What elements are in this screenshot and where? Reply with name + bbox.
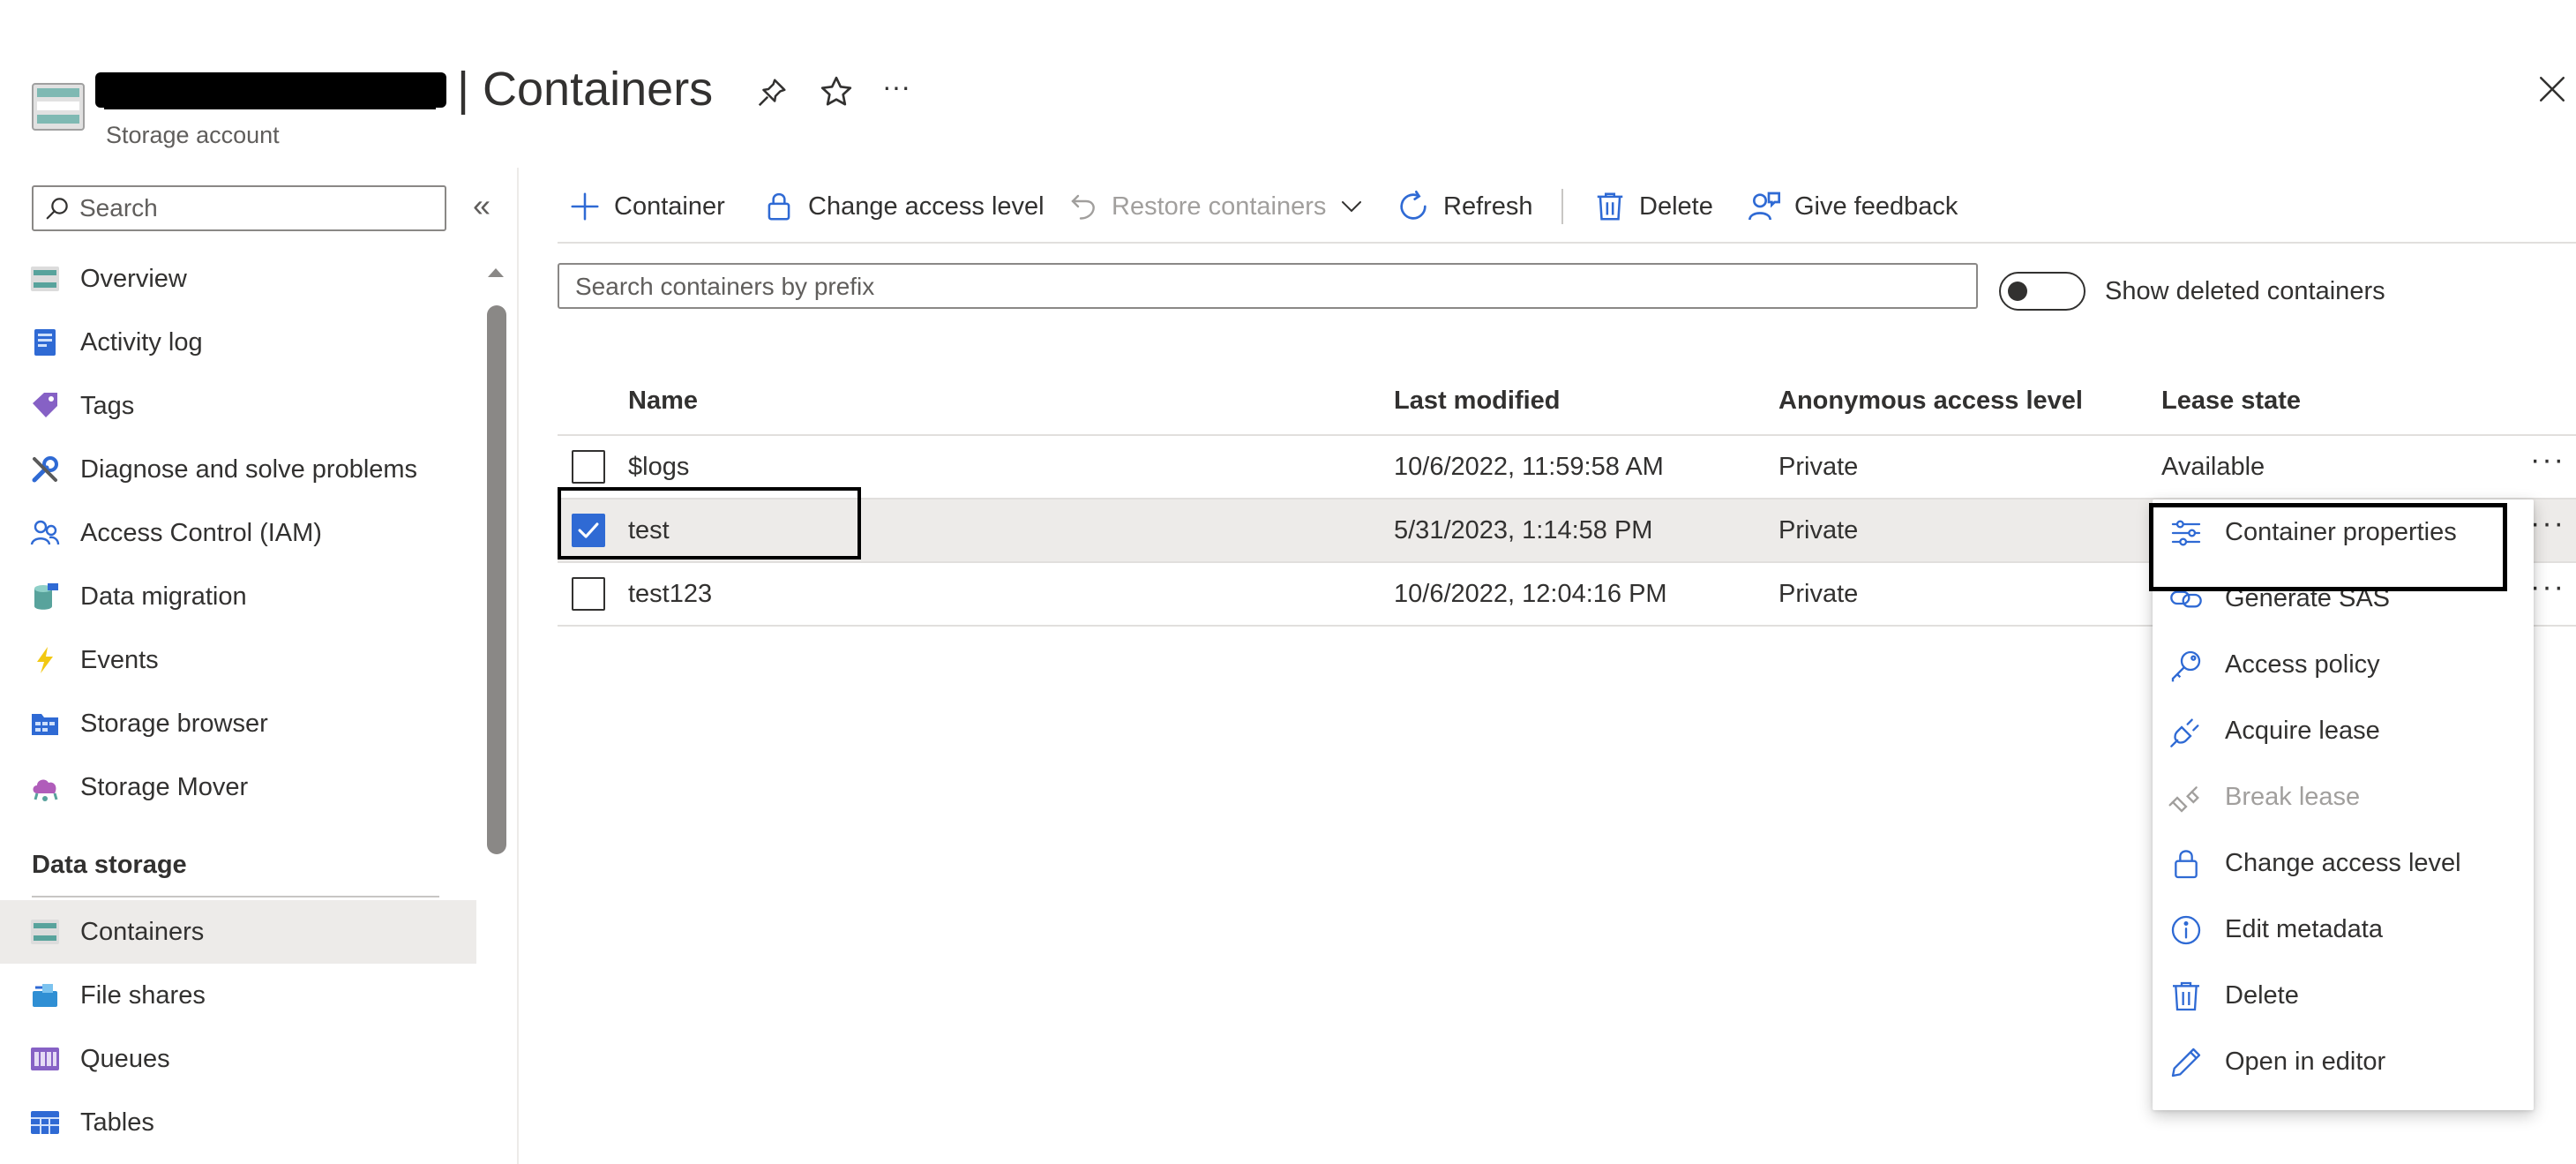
people-icon bbox=[30, 520, 60, 545]
row-checkbox[interactable] bbox=[572, 577, 605, 611]
lock-icon bbox=[2175, 849, 2198, 878]
trash-icon bbox=[2173, 981, 2199, 1010]
undo-icon bbox=[1071, 194, 1095, 220]
scrollbar-thumb[interactable] bbox=[487, 305, 506, 854]
container-prefix-search-placeholder: Search containers by prefix bbox=[575, 273, 875, 300]
row-lease-state: Available bbox=[2161, 453, 2265, 481]
column-header-name[interactable]: Name bbox=[628, 387, 698, 416]
key-icon bbox=[2171, 650, 2201, 681]
feedback-icon bbox=[1749, 191, 1780, 221]
delete-button[interactable]: Delete bbox=[1593, 182, 1713, 231]
sidebar-item-events[interactable]: Events bbox=[0, 628, 476, 692]
page-title: | Containers bbox=[457, 63, 714, 116]
change-access-level-button[interactable]: Change access level bbox=[762, 182, 1045, 231]
row-name[interactable]: test123 bbox=[628, 563, 712, 625]
scroll-up-icon[interactable] bbox=[485, 261, 506, 282]
row-more-button[interactable]: ··· bbox=[2530, 570, 2565, 605]
overview-icon bbox=[31, 267, 59, 291]
sidebar-search-placeholder: Search bbox=[79, 194, 158, 222]
menu-item-access-policy[interactable]: Access policy bbox=[2153, 632, 2534, 698]
containers-icon bbox=[31, 920, 59, 944]
sidebar-item-tables[interactable]: Tables bbox=[0, 1091, 476, 1154]
storage-account-icon bbox=[32, 83, 85, 131]
highlight-box bbox=[2149, 503, 2507, 591]
menu-item-edit-metadata[interactable]: Edit metadata bbox=[2153, 897, 2534, 963]
sidebar-search-input[interactable]: Search bbox=[32, 185, 446, 231]
refresh-button[interactable]: Refresh bbox=[1396, 182, 1533, 231]
sidebar-item-diagnose[interactable]: Diagnose and solve problems bbox=[0, 438, 476, 501]
trash-icon bbox=[1597, 192, 1623, 221]
give-feedback-button[interactable]: Give feedback bbox=[1747, 182, 1958, 231]
sidebar-item-overview[interactable]: Overview bbox=[0, 247, 476, 311]
row-more-button[interactable]: ··· bbox=[2530, 443, 2565, 477]
tag-icon bbox=[33, 393, 57, 417]
add-container-button[interactable]: Container bbox=[568, 182, 725, 231]
toolbar-divider bbox=[1561, 189, 1563, 224]
sidebar-item-tags[interactable]: Tags bbox=[0, 374, 476, 438]
file-shares-icon bbox=[33, 984, 57, 1007]
container-prefix-search-input[interactable]: Search containers by prefix bbox=[558, 263, 1978, 309]
restore-containers-button[interactable]: Restore containers bbox=[1067, 182, 1365, 231]
sidebar-item-file-shares[interactable]: File shares bbox=[0, 964, 476, 1027]
sidebar-item-storage-mover[interactable]: Storage Mover bbox=[0, 755, 476, 819]
row-last-modified: 5/31/2023, 1:14:58 PM bbox=[1394, 516, 1653, 544]
page-subtitle: Storage account bbox=[106, 122, 280, 148]
cloud-icon bbox=[33, 779, 58, 801]
pencil-icon bbox=[2171, 1048, 2201, 1077]
menu-item-break-lease[interactable]: Break lease bbox=[2153, 764, 2534, 830]
tables-icon bbox=[31, 1111, 59, 1134]
column-header-access-level[interactable]: Anonymous access level bbox=[1778, 387, 2083, 416]
wrench-icon bbox=[32, 456, 58, 483]
sidebar-section-data-storage: Data storage bbox=[32, 851, 187, 879]
row-access-level: Private bbox=[1778, 453, 1859, 481]
toolbar-bottom-border bbox=[558, 242, 2576, 244]
sidebar-scrollbar[interactable] bbox=[485, 261, 506, 1164]
close-icon[interactable] bbox=[2537, 74, 2567, 104]
storage-browser-icon bbox=[32, 714, 58, 735]
row-last-modified: 10/6/2022, 12:04:16 PM bbox=[1394, 580, 1667, 608]
sidebar-item-storage-browser[interactable]: Storage browser bbox=[0, 692, 476, 755]
search-icon bbox=[46, 198, 68, 220]
pin-icon[interactable] bbox=[755, 76, 789, 109]
activity-log-icon bbox=[34, 329, 56, 356]
menu-item-open-in-editor[interactable]: Open in editor bbox=[2153, 1029, 2534, 1095]
menu-item-acquire-lease[interactable]: Acquire lease bbox=[2153, 698, 2534, 764]
sidebar-divider bbox=[517, 168, 519, 1164]
sidebar-item-iam[interactable]: Access Control (IAM) bbox=[0, 501, 476, 565]
row-checkbox[interactable] bbox=[572, 450, 605, 484]
sidebar-item-activity-log[interactable]: Activity log bbox=[0, 311, 476, 374]
plug-icon bbox=[2170, 718, 2199, 747]
chevron-down-icon[interactable] bbox=[1338, 193, 1365, 220]
row-access-level: Private bbox=[1778, 580, 1859, 608]
lightning-icon bbox=[37, 647, 53, 673]
lock-icon bbox=[768, 192, 790, 221]
column-header-lease-state[interactable]: Lease state bbox=[2161, 387, 2301, 416]
row-more-button[interactable]: ··· bbox=[2530, 507, 2565, 541]
collapse-sidebar-button[interactable]: « bbox=[473, 187, 490, 224]
plus-icon bbox=[571, 192, 599, 221]
show-deleted-label: Show deleted containers bbox=[2105, 277, 2385, 305]
row-access-level: Private bbox=[1778, 516, 1859, 544]
menu-item-change-access-level[interactable]: Change access level bbox=[2153, 830, 2534, 897]
sidebar-item-containers[interactable]: Containers bbox=[0, 900, 476, 964]
sidebar-item-data-migration[interactable]: Data migration bbox=[0, 565, 476, 628]
sidebar-item-queues[interactable]: Queues bbox=[0, 1027, 476, 1091]
toggle-knob bbox=[2008, 282, 2027, 301]
broken-plug-icon bbox=[2168, 785, 2199, 813]
section-divider bbox=[32, 896, 439, 897]
more-actions-button[interactable]: ··· bbox=[882, 71, 910, 103]
star-icon[interactable] bbox=[819, 74, 854, 109]
menu-item-delete[interactable]: Delete bbox=[2153, 963, 2534, 1029]
redacted-account-name-strike bbox=[104, 99, 436, 109]
data-migration-icon bbox=[34, 583, 58, 610]
column-header-last-modified[interactable]: Last modified bbox=[1394, 387, 1561, 416]
highlight-box bbox=[558, 487, 861, 559]
row-last-modified: 10/6/2022, 11:59:58 AM bbox=[1394, 453, 1664, 481]
show-deleted-toggle[interactable] bbox=[1999, 272, 2086, 311]
refresh-icon bbox=[1400, 191, 1427, 220]
queues-icon bbox=[31, 1048, 59, 1070]
info-icon bbox=[2171, 915, 2201, 944]
